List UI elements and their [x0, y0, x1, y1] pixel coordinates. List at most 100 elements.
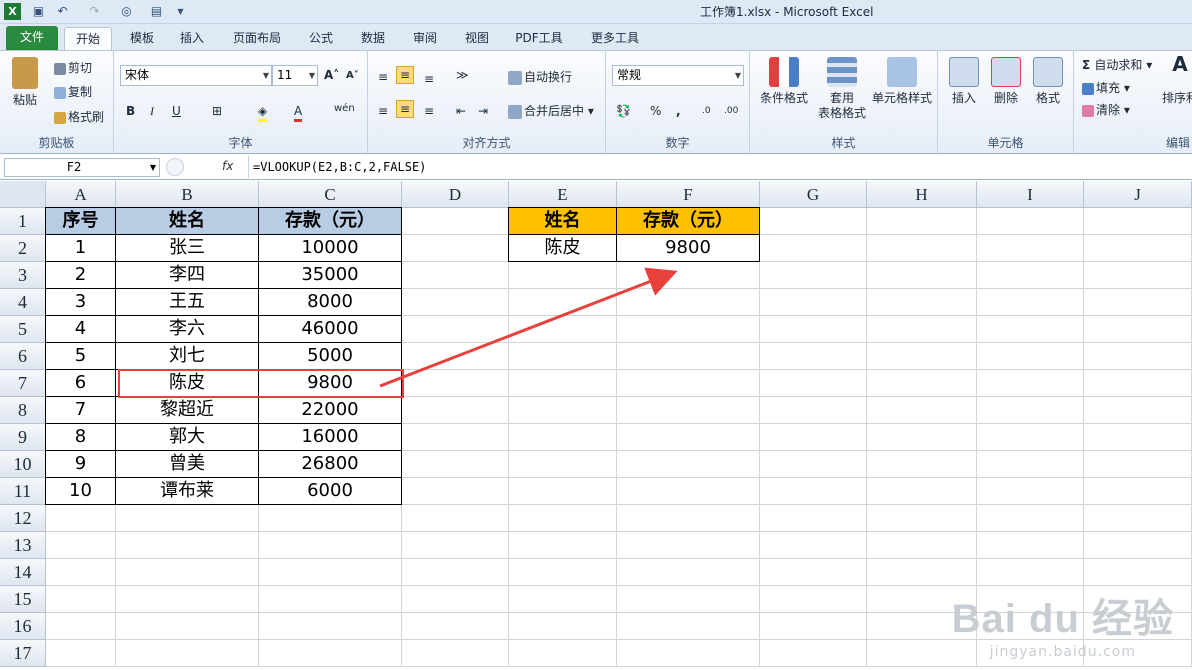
merge-center-button[interactable]: 合并后居中 ▾	[508, 103, 594, 119]
wrap-text-button[interactable]: 自动换行	[508, 69, 572, 85]
increase-indent-icon[interactable]: ⇥	[478, 103, 488, 119]
paste-icon	[12, 57, 38, 89]
tab-file[interactable]: 文件	[6, 26, 58, 50]
clear-button[interactable]: 清除 ▾	[1082, 102, 1130, 118]
insert-function-button[interactable]: fx	[222, 159, 233, 173]
format-cells-label: 格式	[1035, 91, 1060, 105]
conditional-format-button[interactable]: 条件格式	[754, 57, 814, 106]
format-icon[interactable]: ▤	[148, 3, 165, 20]
excel-logo-icon: X	[4, 3, 21, 20]
grow-font-icon[interactable]: A˄	[324, 67, 339, 83]
font-color-icon[interactable]: A	[294, 103, 303, 122]
sort-az-icon: A	[1172, 52, 1188, 76]
watermark-brand: Bai du 经验	[951, 597, 1174, 641]
format-as-table-label-1: 套用	[829, 91, 854, 105]
font-size-select[interactable]: 11 ▼	[272, 65, 318, 86]
wrap-text-label: 自动换行	[524, 70, 573, 84]
table-icon	[827, 57, 857, 87]
bold-icon[interactable]: B	[126, 103, 135, 119]
formula-expand-icon[interactable]	[166, 158, 184, 176]
format-cells-button[interactable]: 格式	[1026, 57, 1070, 106]
wrap-text-icon	[508, 70, 522, 85]
decrease-decimal-icon[interactable]: .00	[724, 103, 738, 119]
tab-data[interactable]: 数据	[350, 27, 396, 50]
orientation-icon[interactable]: ≫	[456, 67, 469, 83]
font-group: 宋体 ▼ 11 ▼ A˄ A˅ B I U ⊞ ◈ A wén 字体	[114, 51, 368, 153]
border-icon[interactable]: ⊞	[212, 103, 222, 119]
tab-insert[interactable]: 插入	[170, 27, 214, 50]
format-cells-icon	[1033, 57, 1063, 87]
align-top-icon[interactable]: ≡	[378, 69, 388, 85]
format-as-table-label-2: 表格格式	[817, 106, 866, 120]
delete-cells-button[interactable]: 删除	[984, 57, 1028, 106]
format-as-table-button[interactable]: 套用 表格格式	[812, 57, 872, 121]
font-name-value: 宋体	[125, 68, 150, 82]
fill-color-icon[interactable]: ◈	[258, 103, 268, 122]
align-middle-icon[interactable]: ≡	[396, 66, 415, 84]
ribbon-tabs: 文件 开始 模板 插入 页面布局 公式 数据 审阅 视图 PDF工具 更多工具	[0, 24, 1192, 50]
align-bottom-icon[interactable]: ≡	[424, 71, 434, 87]
format-painter-button[interactable]: 格式刷	[54, 109, 104, 125]
name-box[interactable]: F2 ▼	[4, 158, 160, 177]
arrow-line	[379, 267, 678, 388]
scissors-icon	[54, 62, 66, 75]
copy-label: 复制	[68, 85, 93, 99]
shrink-font-icon[interactable]: A˅	[346, 68, 359, 84]
decrease-indent-icon[interactable]: ⇤	[456, 103, 466, 119]
undo-icon[interactable]: ↶	[54, 3, 71, 20]
fill-button[interactable]: 填充 ▾	[1082, 80, 1130, 96]
name-box-value: F2	[67, 160, 82, 174]
tab-pdf-tools[interactable]: PDF工具	[506, 27, 572, 50]
tab-view[interactable]: 视图	[454, 27, 500, 50]
autosum-label: 自动求和	[1094, 58, 1143, 72]
tab-more-tools[interactable]: 更多工具	[580, 27, 650, 50]
phonetic-icon[interactable]: wén	[334, 101, 355, 117]
tab-home[interactable]: 开始	[64, 27, 112, 50]
cell-styles-label: 单元格样式	[871, 91, 932, 105]
cell-styles-button[interactable]: 单元格样式	[870, 57, 934, 106]
percent-icon[interactable]: %	[650, 103, 661, 119]
delete-cells-icon	[991, 57, 1021, 87]
paste-label: 粘贴	[12, 93, 37, 107]
number-group-label: 数字	[665, 136, 690, 150]
tab-formulas[interactable]: 公式	[298, 27, 344, 50]
tab-review[interactable]: 审阅	[402, 27, 448, 50]
align-left-icon[interactable]: ≡	[378, 103, 388, 119]
paste-button[interactable]: 粘贴	[6, 57, 44, 108]
number-format-select[interactable]: 常规 ▼	[612, 65, 744, 86]
formula-bar: F2 ▼ fx =VLOOKUP(E2,B:C,2,FALSE)	[0, 155, 1192, 180]
autosum-button[interactable]: Σ 自动求和 ▾	[1082, 57, 1152, 73]
styles-group-label: 样式	[831, 136, 856, 150]
align-right-icon[interactable]: ≡	[424, 103, 434, 119]
underline-icon[interactable]: U	[172, 103, 181, 119]
title-bar: X ▣ ↶ ↷ ◎ ▤ ▼ 工作簿1.xlsx - Microsoft Exce…	[0, 0, 1192, 24]
copy-button[interactable]: 复制	[54, 84, 92, 100]
increase-decimal-icon[interactable]: .0	[702, 103, 711, 119]
currency-icon[interactable]: 💱	[616, 103, 631, 119]
chevron-down-icon: ▼	[308, 71, 315, 80]
italic-icon[interactable]: I	[150, 103, 154, 119]
save-icon[interactable]: ▣	[30, 3, 47, 20]
customize-quick-access-icon[interactable]: ▼	[172, 3, 189, 20]
fill-label: 填充	[1096, 81, 1121, 95]
align-center-icon[interactable]: ≡	[396, 100, 415, 118]
number-format-value: 常规	[617, 68, 642, 82]
sort-filter-button[interactable]: A 排序和	[1160, 52, 1192, 106]
clear-label: 清除	[1096, 103, 1121, 117]
tab-page-layout[interactable]: 页面布局	[222, 27, 292, 50]
font-name-select[interactable]: 宋体 ▼	[120, 65, 272, 86]
tab-templates[interactable]: 模板	[120, 27, 164, 50]
formula-input[interactable]: =VLOOKUP(E2,B:C,2,FALSE)	[248, 156, 1192, 178]
comma-icon[interactable]: ,	[676, 103, 681, 119]
redo-icon[interactable]: ↷	[86, 3, 103, 20]
insert-cells-label: 插入	[951, 91, 976, 105]
chevron-down-icon: ▼	[734, 71, 741, 80]
find-icon[interactable]: ◎	[118, 3, 135, 20]
cut-button[interactable]: 剪切	[54, 60, 92, 76]
cells-group: 插入 删除 格式 单元格	[938, 51, 1074, 153]
insert-cells-button[interactable]: 插入	[942, 57, 986, 106]
number-group: 常规 ▼ 💱 % , .0 .00 数字	[606, 51, 750, 153]
delete-cells-label: 删除	[993, 91, 1018, 105]
worksheet-grid[interactable]: ABCDEFGHIJ 1 2 3 4 5 6 7 8 9 10 11 12 13 14 15 16 17 序号姓…	[0, 181, 1192, 670]
conditional-format-label: 条件格式	[759, 91, 808, 105]
